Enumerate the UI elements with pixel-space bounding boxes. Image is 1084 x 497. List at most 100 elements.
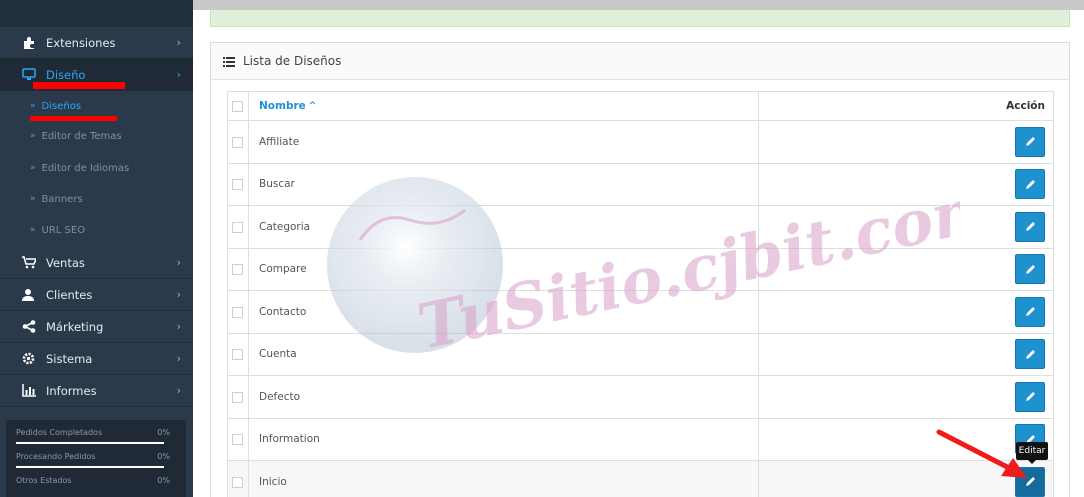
table-row: Contacto <box>227 291 1054 334</box>
row-checkbox[interactable] <box>232 306 243 318</box>
pencil-icon <box>1025 472 1036 491</box>
sidebar-item-sistema[interactable]: Sistema › <box>0 343 193 375</box>
chevron-right-icon: › <box>176 320 181 333</box>
tooltip-arrow <box>1028 460 1036 464</box>
red-highlight-bar <box>33 82 125 89</box>
row-name: Defecto <box>259 390 301 403</box>
row-check-cell <box>228 376 249 418</box>
sidebar-item-ventas[interactable]: Ventas › <box>0 247 193 279</box>
column-divider <box>758 418 759 460</box>
row-name: Buscar <box>259 178 295 191</box>
edit-button[interactable] <box>1015 254 1045 285</box>
edit-button[interactable] <box>1015 211 1045 242</box>
stat-percent: 0% <box>157 476 170 485</box>
pencil-icon <box>1025 175 1036 194</box>
stat-percent: 0% <box>157 452 170 461</box>
row-check-cell <box>228 248 249 290</box>
submenu-item-label: Editor de Idiomas <box>41 162 130 174</box>
sidebar-top <box>0 0 193 27</box>
row-name: Inicio <box>259 475 287 488</box>
stat-processing: Procesando Pedidos 0% <box>16 452 176 476</box>
stat-progress-bar <box>16 466 164 468</box>
sidebar-item-marketing[interactable]: Márketing › <box>0 311 193 343</box>
select-all-checkbox[interactable] <box>232 101 243 112</box>
gear-icon <box>22 352 38 366</box>
row-name: Categoria <box>259 220 311 233</box>
pencil-icon <box>1025 260 1036 279</box>
edit-button[interactable] <box>1015 466 1045 497</box>
table-row: Cuenta <box>227 333 1054 376</box>
monitor-icon <box>22 67 38 82</box>
edit-button[interactable] <box>1015 381 1045 412</box>
sidebar-item-label: Diseño <box>46 67 86 82</box>
row-check-cell <box>228 163 249 205</box>
double-chevron-icon: » <box>30 163 36 173</box>
chevron-right-icon: › <box>176 384 181 397</box>
row-check-cell <box>228 418 249 460</box>
submenu-item-url-seo[interactable]: » URL SEO <box>0 215 193 245</box>
row-check-cell <box>228 206 249 248</box>
submenu-item-editor-idiomas[interactable]: » Editor de Idiomas <box>0 153 193 183</box>
submenu-item-label: Banners <box>41 193 83 205</box>
chevron-right-icon: › <box>176 288 181 301</box>
double-chevron-icon: » <box>30 101 36 111</box>
column-divider <box>758 163 759 205</box>
row-checkbox[interactable] <box>232 136 243 148</box>
edit-button[interactable] <box>1015 296 1045 327</box>
row-checkbox[interactable] <box>232 476 243 488</box>
pencil-icon <box>1025 132 1036 151</box>
select-all-cell <box>228 92 249 120</box>
edit-button[interactable] <box>1015 126 1045 157</box>
cart-icon <box>22 255 38 270</box>
chevron-right-icon: › <box>176 352 181 365</box>
order-stats: Pedidos Completados 0% Procesando Pedido… <box>6 420 186 497</box>
success-alert <box>210 10 1070 27</box>
row-name: Affiliate <box>259 135 300 148</box>
sidebar-item-label: Clientes <box>46 287 93 302</box>
edit-button[interactable] <box>1015 169 1045 200</box>
edit-tooltip: Editar <box>1016 442 1048 460</box>
sidebar-item-extensiones[interactable]: Extensiones › <box>0 27 193 59</box>
sort-ascending-icon: ^ <box>308 101 317 111</box>
table-row: Information <box>227 418 1054 461</box>
column-header-nombre[interactable]: Nombre ^ <box>259 92 316 120</box>
pencil-icon <box>1025 302 1036 321</box>
row-check-cell <box>228 121 249 163</box>
stat-completed: Pedidos Completados 0% <box>16 428 176 452</box>
row-checkbox[interactable] <box>232 179 243 191</box>
chevron-right-icon: › <box>176 256 181 269</box>
table-row: Buscar <box>227 163 1054 206</box>
stat-other: Otros Estados 0% <box>16 476 176 497</box>
row-name: Contacto <box>259 305 307 318</box>
bar-chart-icon <box>22 383 38 398</box>
top-stripe <box>193 0 1084 10</box>
admin-page: Extensiones › Diseño › » Diseños » Edito… <box>0 0 1084 497</box>
table-row: Inicio <box>227 461 1054 497</box>
column-divider <box>758 248 759 290</box>
column-header-accion: Acción <box>1006 100 1045 112</box>
submenu-item-banners[interactable]: » Banners <box>0 184 193 214</box>
stat-label: Pedidos Completados <box>16 428 103 437</box>
row-checkbox[interactable] <box>232 264 243 276</box>
sidebar-item-label: Extensiones <box>46 35 116 50</box>
column-divider <box>758 291 759 333</box>
submenu-item-editor-temas[interactable]: » Editor de Temas <box>0 121 193 151</box>
sidebar-item-clientes[interactable]: Clientes › <box>0 279 193 311</box>
sidebar-item-label: Informes <box>46 383 97 398</box>
row-checkbox[interactable] <box>232 349 243 361</box>
row-check-cell <box>228 333 249 375</box>
table-row: Defecto <box>227 376 1054 419</box>
sidebar-item-informes[interactable]: Informes › <box>0 375 193 407</box>
column-divider <box>758 376 759 418</box>
pencil-icon <box>1025 345 1036 364</box>
sidebar-item-label: Ventas <box>46 255 85 270</box>
edit-button[interactable] <box>1015 339 1045 370</box>
row-checkbox[interactable] <box>232 434 243 446</box>
chevron-right-icon: › <box>176 68 181 81</box>
stat-label: Otros Estados <box>16 476 72 485</box>
row-checkbox[interactable] <box>232 221 243 233</box>
row-name: Compare <box>259 263 307 276</box>
column-divider <box>758 206 759 248</box>
row-checkbox[interactable] <box>232 391 243 403</box>
double-chevron-icon: » <box>30 194 36 204</box>
